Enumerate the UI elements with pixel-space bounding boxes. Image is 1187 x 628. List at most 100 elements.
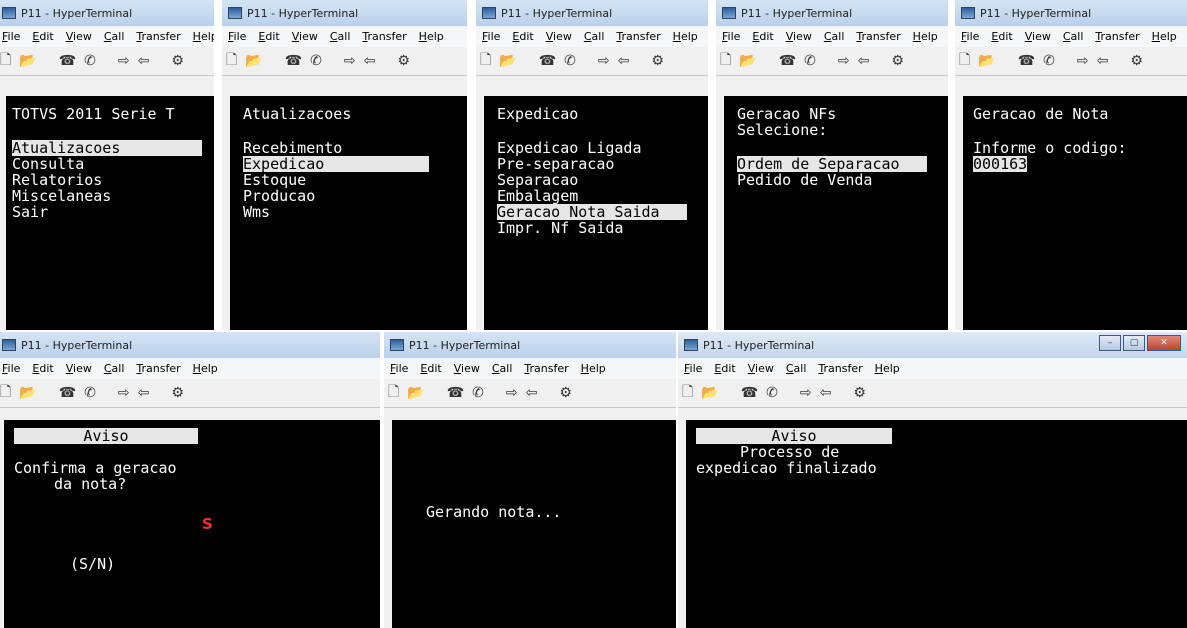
menu-call[interactable]: Call (780, 362, 813, 375)
send-icon[interactable]: ⇨ (118, 53, 130, 69)
menu-transfer[interactable]: Transfer (130, 30, 186, 43)
open-icon[interactable]: 📂 (499, 53, 516, 69)
terminal-screen[interactable]: Aviso Confirma a geracao da nota? S (S/N… (4, 420, 380, 628)
menu-transfer[interactable]: Transfer (850, 30, 906, 43)
title-bar[interactable]: P11 - HyperTerminal (0, 0, 214, 26)
open-icon[interactable]: 📂 (739, 53, 756, 69)
properties-icon[interactable]: ⚙ (651, 53, 664, 69)
phone-icon[interactable]: ✆ (804, 53, 816, 69)
open-icon[interactable]: 📂 (407, 385, 424, 401)
title-bar[interactable]: P11 - HyperTerminal (716, 0, 948, 26)
title-bar[interactable]: P11 - HyperTerminal (955, 0, 1187, 26)
new-icon[interactable]: 🗋 (480, 49, 491, 73)
title-bar[interactable]: P11 - HyperTerminal (0, 332, 380, 358)
menu-transfer[interactable]: Transfer (610, 30, 666, 43)
properties-icon[interactable]: ⚙ (397, 53, 410, 69)
title-bar[interactable]: P11 - HyperTerminal – ▢ ✕ (678, 332, 1187, 358)
menu-view[interactable]: View (448, 362, 486, 375)
new-icon[interactable]: 🗋 (226, 49, 237, 73)
menu-option[interactable]: Pre-separacao (497, 156, 614, 172)
new-icon[interactable]: 🗋 (720, 49, 731, 73)
menu-file[interactable]: File (955, 30, 985, 43)
receive-icon[interactable]: ⇦ (1097, 53, 1109, 69)
phone-icon[interactable]: ✆ (766, 385, 778, 401)
new-icon[interactable]: 🗋 (959, 49, 970, 73)
send-icon[interactable]: ⇨ (800, 385, 812, 401)
terminal-screen[interactable]: Expedicao Expedicao Ligada Pre-separacao… (484, 96, 708, 330)
open-icon[interactable]: 📂 (978, 53, 995, 69)
menu-file[interactable]: File (384, 362, 414, 375)
menu-option[interactable]: Sair (12, 204, 48, 220)
menu-call[interactable]: Call (98, 362, 131, 375)
disconnect-icon[interactable]: ☎ (539, 53, 556, 69)
menu-option[interactable]: Expedicao Ligada (497, 140, 642, 156)
menu-file[interactable]: File (476, 30, 506, 43)
receive-icon[interactable]: ⇦ (858, 53, 870, 69)
phone-icon[interactable]: ✆ (84, 385, 96, 401)
menu-edit[interactable]: Edit (26, 362, 59, 375)
minimize-icon[interactable]: – (1099, 335, 1121, 351)
terminal-screen[interactable]: Aviso Processo de expedicao finalizado (686, 420, 1187, 628)
menu-option[interactable]: Separacao (497, 172, 578, 188)
menu-edit[interactable]: Edit (746, 30, 779, 43)
disconnect-icon[interactable]: ☎ (59, 53, 76, 69)
menu-option[interactable]: Pedido de Venda (737, 172, 872, 188)
terminal-screen[interactable]: Geracao de Nota Informe o codigo: 000163 (963, 96, 1187, 330)
menu-view[interactable]: View (540, 30, 578, 43)
menu-help[interactable]: Help (187, 30, 214, 43)
terminal-screen[interactable]: TOTVS 2011 Serie T Atualizacoes Consulta… (6, 96, 214, 330)
menu-edit[interactable]: Edit (506, 30, 539, 43)
terminal-screen[interactable]: Atualizacoes Recebimento Expedicao Estoq… (230, 96, 467, 330)
code-input[interactable]: 000163 (973, 156, 1028, 172)
disconnect-icon[interactable]: ☎ (779, 53, 796, 69)
phone-icon[interactable]: ✆ (1043, 53, 1055, 69)
properties-icon[interactable]: ⚙ (171, 385, 184, 401)
disconnect-icon[interactable]: ☎ (285, 53, 302, 69)
menu-file[interactable]: File (0, 362, 26, 375)
properties-icon[interactable]: ⚙ (559, 385, 572, 401)
menu-option[interactable]: Relatorios (12, 172, 102, 188)
title-bar[interactable]: P11 - HyperTerminal (384, 332, 676, 358)
menu-option-selected[interactable]: Atualizacoes (12, 140, 202, 156)
menu-option[interactable]: Wms (243, 204, 270, 220)
terminal-screen[interactable]: Geracao NFs Selecione: Ordem de Separaca… (724, 96, 948, 330)
menu-option[interactable]: Embalagem (497, 188, 578, 204)
menu-transfer[interactable]: Transfer (518, 362, 574, 375)
menu-call[interactable]: Call (818, 30, 851, 43)
menu-help[interactable]: Help (187, 362, 224, 375)
menu-option-selected[interactable]: Ordem de Separacao (737, 156, 927, 172)
send-icon[interactable]: ⇨ (1077, 53, 1089, 69)
menu-view[interactable]: View (60, 362, 98, 375)
send-icon[interactable]: ⇨ (598, 53, 610, 69)
menu-option[interactable]: Estoque (243, 172, 306, 188)
menu-option-selected[interactable]: Expedicao (243, 156, 429, 172)
menu-help[interactable]: Help (869, 362, 906, 375)
menu-help[interactable]: Help (907, 30, 944, 43)
receive-icon[interactable]: ⇦ (364, 53, 376, 69)
menu-view[interactable]: View (742, 362, 780, 375)
menu-call[interactable]: Call (486, 362, 519, 375)
menu-option[interactable]: Recebimento (243, 140, 342, 156)
terminal-screen[interactable]: Gerando nota... (392, 420, 676, 628)
send-icon[interactable]: ⇨ (506, 385, 518, 401)
open-icon[interactable]: 📂 (245, 53, 262, 69)
receive-icon[interactable]: ⇦ (138, 385, 150, 401)
receive-icon[interactable]: ⇦ (526, 385, 538, 401)
properties-icon[interactable]: ⚙ (1130, 53, 1143, 69)
menu-call[interactable]: Call (324, 30, 357, 43)
menu-option[interactable]: Producao (243, 188, 315, 204)
phone-icon[interactable]: ✆ (310, 53, 322, 69)
menu-call[interactable]: Call (578, 30, 611, 43)
menu-edit[interactable]: Edit (985, 30, 1018, 43)
menu-transfer[interactable]: Transfer (1089, 30, 1145, 43)
disconnect-icon[interactable]: ☎ (59, 385, 76, 401)
new-icon[interactable]: 🗋 (0, 381, 11, 405)
send-icon[interactable]: ⇨ (118, 385, 130, 401)
menu-transfer[interactable]: Transfer (356, 30, 412, 43)
properties-icon[interactable]: ⚙ (853, 385, 866, 401)
phone-icon[interactable]: ✆ (472, 385, 484, 401)
menu-file[interactable]: File (678, 362, 708, 375)
menu-option[interactable]: Consulta (12, 156, 84, 172)
menu-option[interactable]: Miscelaneas (12, 188, 111, 204)
phone-icon[interactable]: ✆ (564, 53, 576, 69)
